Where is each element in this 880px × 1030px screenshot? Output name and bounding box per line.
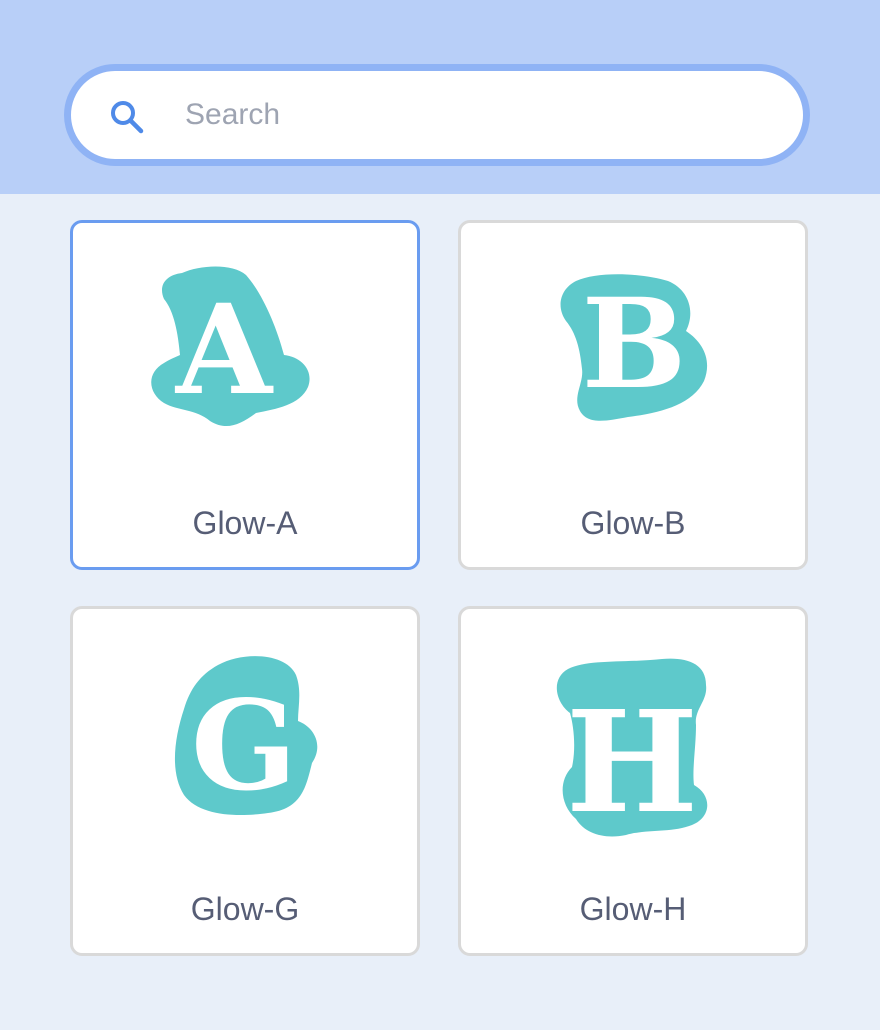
search-header [0,0,880,194]
search-input[interactable] [185,89,765,141]
costume-card-glow-h[interactable]: H Glow-H [458,606,808,956]
costume-label: Glow-G [190,891,300,927]
costume-label: Glow-B [580,505,686,541]
costume-card-glow-a[interactable]: A Glow-A [70,220,420,570]
costume-label: Glow-A [192,505,298,541]
glow-h-letter: H [566,681,698,845]
glow-a-thumbnail: A [151,266,310,427]
costume-card-glow-b[interactable]: B Glow-B [458,220,808,570]
glow-g-thumbnail: G [174,656,318,819]
glow-g-letter: G [191,674,297,819]
search-icon [111,101,144,134]
glow-h-thumbnail: H [556,658,708,845]
glow-b-thumbnail: B [560,272,708,421]
glow-a-letter: A [175,278,274,423]
search-bar[interactable] [64,64,810,166]
glow-b-letter: B [582,272,687,417]
sprite-picker: A Glow-A B Glow-B G Glow-G H Glow-H [0,0,880,1030]
costume-card-glow-g[interactable]: G Glow-G [70,606,420,956]
costume-label: Glow-H [579,891,687,927]
